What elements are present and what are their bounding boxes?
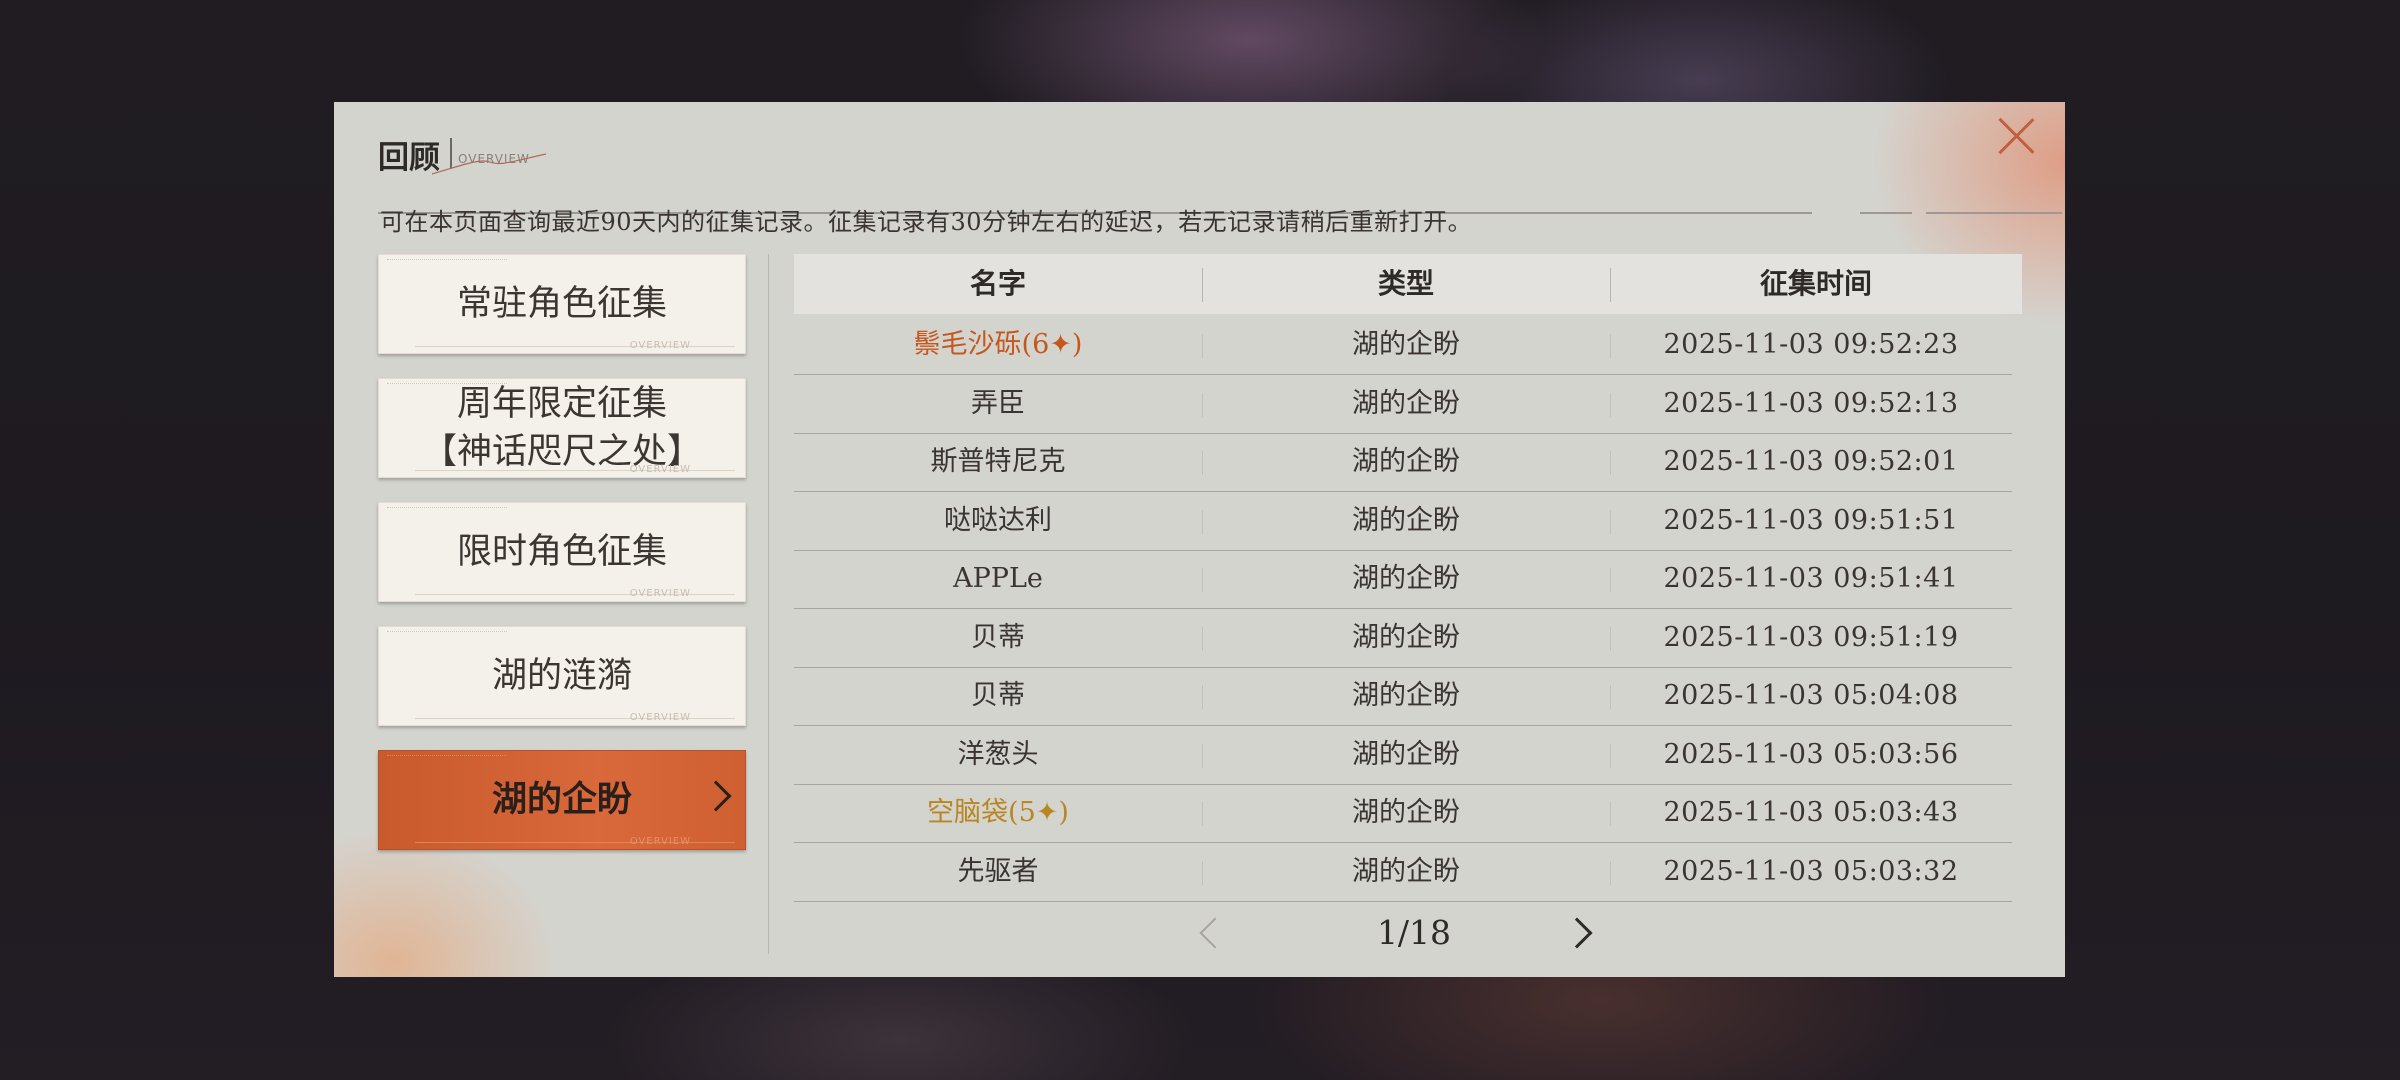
cell-name: 先驱者 <box>957 855 1039 887</box>
cell-name: 弄臣 <box>971 387 1025 419</box>
sidebar-item-label: 湖的涟漪 <box>491 656 632 696</box>
table-row: 鬃毛沙砾(6✦) 湖的企盼 2025-11-03 09:52:23 <box>794 316 2012 375</box>
vertical-divider <box>768 254 769 954</box>
sidebar-item-1[interactable]: 周年限定征集 【神话咫尺之处】 OVERVIEW <box>378 378 746 478</box>
card-overview-tag: OVERVIEW <box>629 588 691 599</box>
sidebar-item-label: 常驻角色征集 <box>456 284 667 324</box>
cell-type: 湖的企盼 <box>1352 446 1460 477</box>
cell-type: 湖的企盼 <box>1352 680 1460 711</box>
cell-name: 斯普特尼克 <box>930 446 1066 477</box>
table-row: 斯普特尼克 湖的企盼 2025-11-03 09:52:01 <box>794 433 2012 492</box>
header-rule <box>1926 212 2062 214</box>
table-header: 名字 类型 征集时间 <box>794 254 2022 314</box>
cell-time: 2025-11-03 09:52:13 <box>1663 387 1959 419</box>
table-row: 贝蒂 湖的企盼 2025-11-03 09:51:19 <box>794 609 2012 668</box>
chevron-left-icon[interactable] <box>1199 917 1231 949</box>
cell-time: 2025-11-03 05:03:56 <box>1663 738 1959 770</box>
cell-type: 湖的企盼 <box>1352 387 1460 419</box>
column-header-time: 征集时间 <box>1759 267 1872 300</box>
overview-panel: 回顾 OVERVIEW 可在本页面查询最近90天内的征集记录。征集记录有30分钟… <box>334 102 2065 977</box>
chevron-right-icon[interactable] <box>1561 917 1593 949</box>
cell-name: 贝蒂 <box>971 680 1025 711</box>
column-header-name: 名字 <box>969 267 1026 300</box>
cell-time: 2025-11-03 05:04:08 <box>1663 680 1959 711</box>
cell-time: 2025-11-03 05:03:32 <box>1663 855 1959 887</box>
table-row: 先驱者 湖的企盼 2025-11-03 05:03:32 <box>794 843 2012 902</box>
swoosh-decoration <box>431 153 547 175</box>
sidebar-item-3[interactable]: 湖的涟漪 OVERVIEW <box>378 626 746 726</box>
panel-header: 回顾 OVERVIEW <box>378 130 2062 214</box>
cell-type: 湖的企盼 <box>1352 621 1460 653</box>
table-row: 洋葱头 湖的企盼 2025-11-03 05:03:56 <box>794 726 2012 785</box>
card-overview-tag: OVERVIEW <box>629 836 691 847</box>
cell-type: 湖的企盼 <box>1352 738 1460 770</box>
table-row: APPLe 湖的企盼 2025-11-03 09:51:41 <box>794 550 2012 609</box>
table-row: 弄臣 湖的企盼 2025-11-03 09:52:13 <box>794 375 2012 434</box>
header-rule <box>1860 212 1912 214</box>
card-overview-tag: OVERVIEW <box>629 340 691 351</box>
cell-time: 2025-11-03 09:51:51 <box>1663 504 1959 536</box>
card-overview-tag: OVERVIEW <box>629 712 691 723</box>
page-indicator: 1/18 <box>1376 913 1452 952</box>
cell-time: 2025-11-03 09:52:01 <box>1663 446 1959 477</box>
cell-type: 湖的企盼 <box>1352 797 1460 828</box>
cell-type: 湖的企盼 <box>1352 855 1460 887</box>
sidebar-item-2[interactable]: 限时角色征集 OVERVIEW <box>378 502 746 602</box>
sidebar-item-4[interactable]: 湖的企盼 OVERVIEW <box>378 750 746 850</box>
cell-type: 湖的企盼 <box>1352 563 1460 594</box>
cell-time: 2025-11-03 05:03:43 <box>1663 797 1959 828</box>
table-row: 哒哒达利 湖的企盼 2025-11-03 09:51:51 <box>794 492 2012 551</box>
cell-time: 2025-11-03 09:51:41 <box>1663 563 1959 594</box>
cell-name: APPLe <box>953 563 1043 594</box>
cell-type: 湖的企盼 <box>1352 329 1460 360</box>
pagination: 1/18 <box>794 910 2022 960</box>
cell-type: 湖的企盼 <box>1352 504 1460 536</box>
cell-time: 2025-11-03 09:52:23 <box>1663 329 1959 360</box>
cell-name: 洋葱头 <box>957 738 1039 770</box>
page-description: 可在本页面查询最近90天内的征集记录。征集记录有30分钟左右的延迟，若无记录请稍… <box>380 208 1473 236</box>
sidebar-item-label: 限时角色征集 <box>456 532 667 572</box>
sidebar-item-label: 周年限定征集 【神话咫尺之处】 <box>421 384 702 472</box>
column-header-type: 类型 <box>1377 267 1434 300</box>
sidebar-item-0[interactable]: 常驻角色征集 OVERVIEW <box>378 254 746 354</box>
cell-name: 贝蒂 <box>971 621 1025 653</box>
cell-name: 鬃毛沙砾(6✦) <box>913 329 1083 360</box>
sidebar-item-label: 湖的企盼 <box>491 779 632 820</box>
cell-time: 2025-11-03 09:51:19 <box>1663 621 1959 653</box>
card-overview-tag: OVERVIEW <box>629 464 691 475</box>
table-row: 空脑袋(5✦) 湖的企盼 2025-11-03 05:03:43 <box>794 784 2012 843</box>
cell-name: 空脑袋(5✦) <box>927 797 1069 828</box>
cell-name: 哒哒达利 <box>944 504 1052 536</box>
table-row: 贝蒂 湖的企盼 2025-11-03 05:04:08 <box>794 667 2012 726</box>
